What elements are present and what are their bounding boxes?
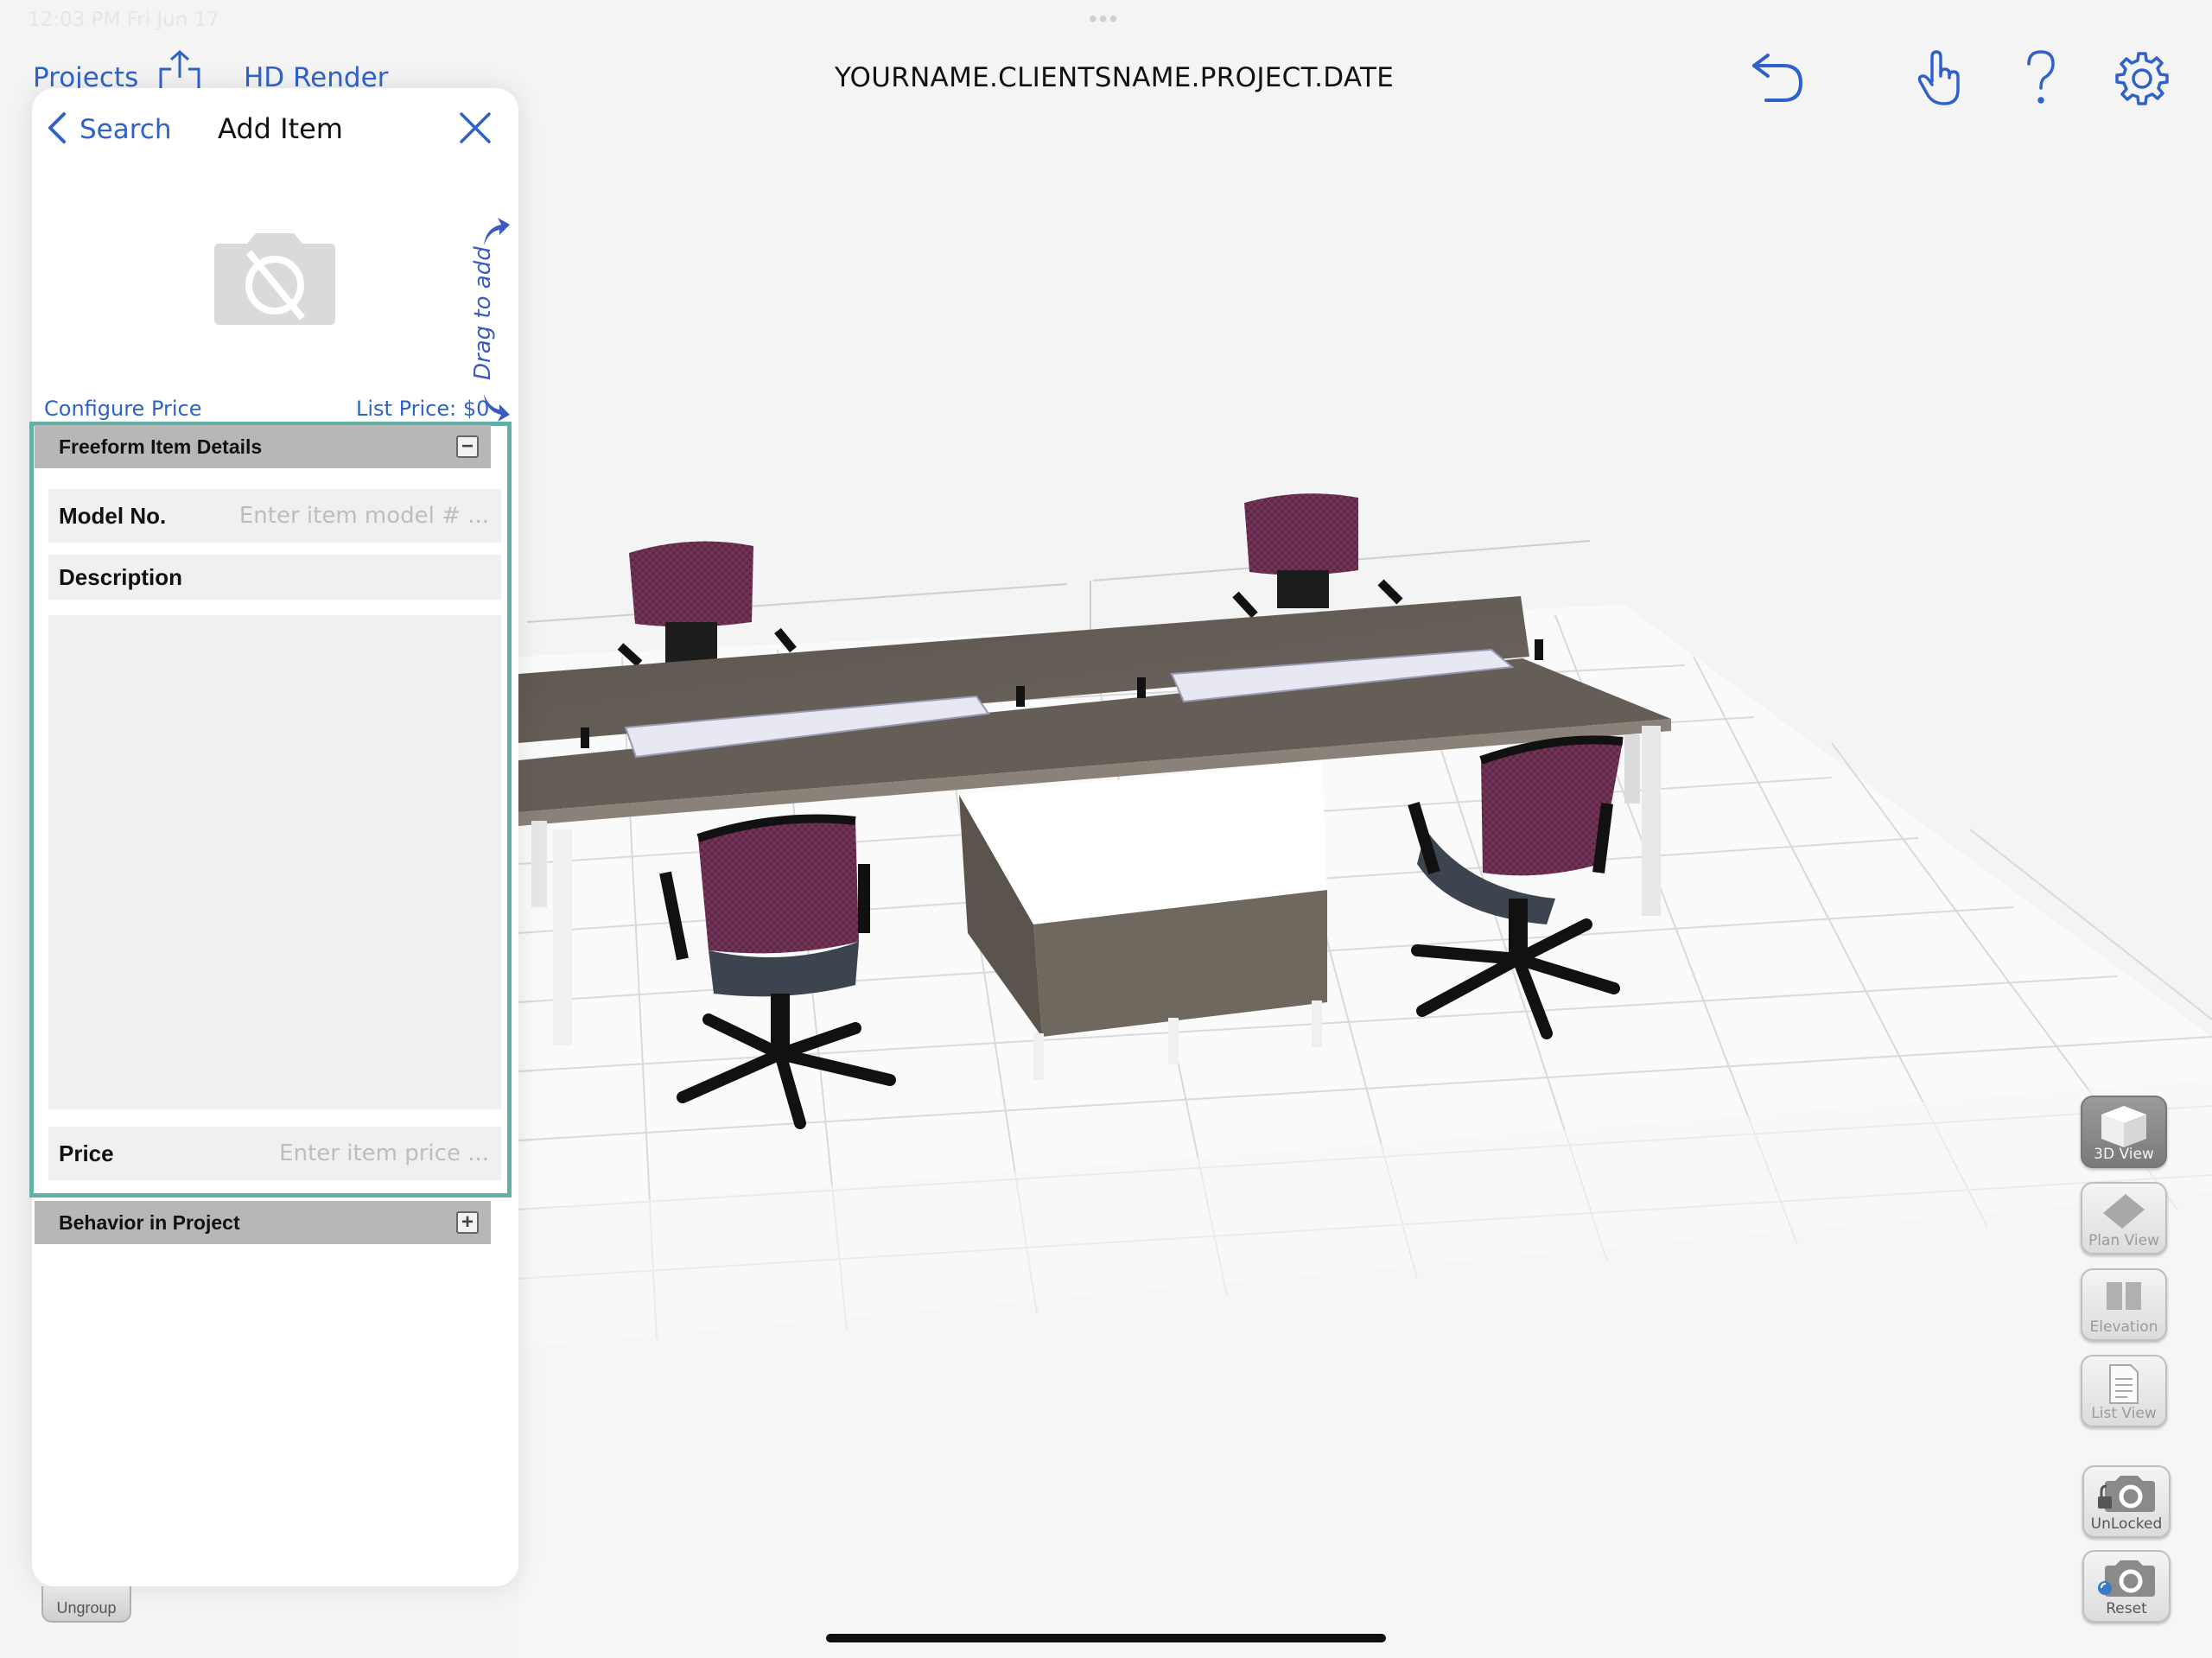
price-label: Price (59, 1140, 114, 1166)
multitasking-dots[interactable]: ••• (1089, 5, 1119, 33)
list-price-label: List Price: $0 (356, 397, 490, 421)
drag-to-add-hint: Drag to add (470, 246, 496, 380)
help-icon[interactable] (2025, 50, 2056, 111)
description-textarea[interactable] (48, 615, 501, 1109)
model-number-label: Model No. (59, 502, 167, 529)
plan-view-button[interactable]: Plan View (2081, 1182, 2167, 1255)
camera-lock-button[interactable]: UnLocked (2082, 1465, 2171, 1538)
price-row: Price (48, 1127, 501, 1180)
cube-icon (2101, 1106, 2146, 1147)
settings-gear-icon[interactable] (2113, 50, 2171, 111)
price-input[interactable] (113, 1140, 491, 1167)
behavior-section-title: Behavior in Project (59, 1210, 240, 1234)
elevation-icon (2107, 1282, 2141, 1310)
panel-title: Add Item (218, 112, 343, 145)
collapse-icon[interactable]: − (456, 435, 479, 458)
freeform-section-title: Freeform Item Details (59, 435, 263, 458)
no-photo-icon (213, 232, 337, 331)
chevron-left-icon[interactable] (45, 111, 69, 149)
undo-icon[interactable] (1749, 52, 1806, 108)
plan-view-label: Plan View (2088, 1232, 2159, 1249)
configure-price-link[interactable]: Configure Price (44, 397, 202, 421)
description-label: Description (59, 563, 183, 590)
camera-lock-label: UnLocked (2090, 1515, 2163, 1533)
plan-view-icon (2103, 1194, 2145, 1229)
home-indicator[interactable] (826, 1634, 1386, 1642)
back-to-search-button[interactable]: Search (79, 114, 172, 145)
model-number-input[interactable] (166, 502, 491, 530)
camera-reset-button[interactable]: Reset (2082, 1550, 2171, 1623)
project-title: YOURNAME.CLIENTSNAME.PROJECT.DATE (835, 62, 1395, 93)
camera-reset-icon (2098, 1560, 2155, 1597)
model-number-row: Model No. (48, 489, 501, 543)
list-view-button[interactable]: List View (2081, 1355, 2167, 1427)
freeform-section-header[interactable]: Freeform Item Details − (35, 425, 491, 468)
drag-arrow-up-icon (480, 216, 512, 251)
elevation-label: Elevation (2089, 1318, 2158, 1336)
camera-unlocked-icon (2098, 1476, 2155, 1512)
ungroup-button[interactable]: Ungroup (41, 1586, 131, 1623)
elevation-button[interactable]: Elevation (2081, 1268, 2167, 1341)
camera-reset-label: Reset (2106, 1600, 2147, 1617)
hand-pointer-icon[interactable] (1915, 50, 1965, 111)
behavior-section-header[interactable]: Behavior in Project + (35, 1201, 491, 1244)
list-view-label: List View (2091, 1405, 2157, 1422)
expand-icon[interactable]: + (456, 1211, 479, 1234)
description-row: Description (48, 555, 501, 600)
list-document-icon (2109, 1364, 2139, 1404)
close-icon[interactable] (458, 111, 493, 149)
3d-view-button[interactable]: 3D View (2081, 1096, 2167, 1168)
status-bar-time: 12:03 PM Fri Jun 17 (28, 9, 219, 31)
